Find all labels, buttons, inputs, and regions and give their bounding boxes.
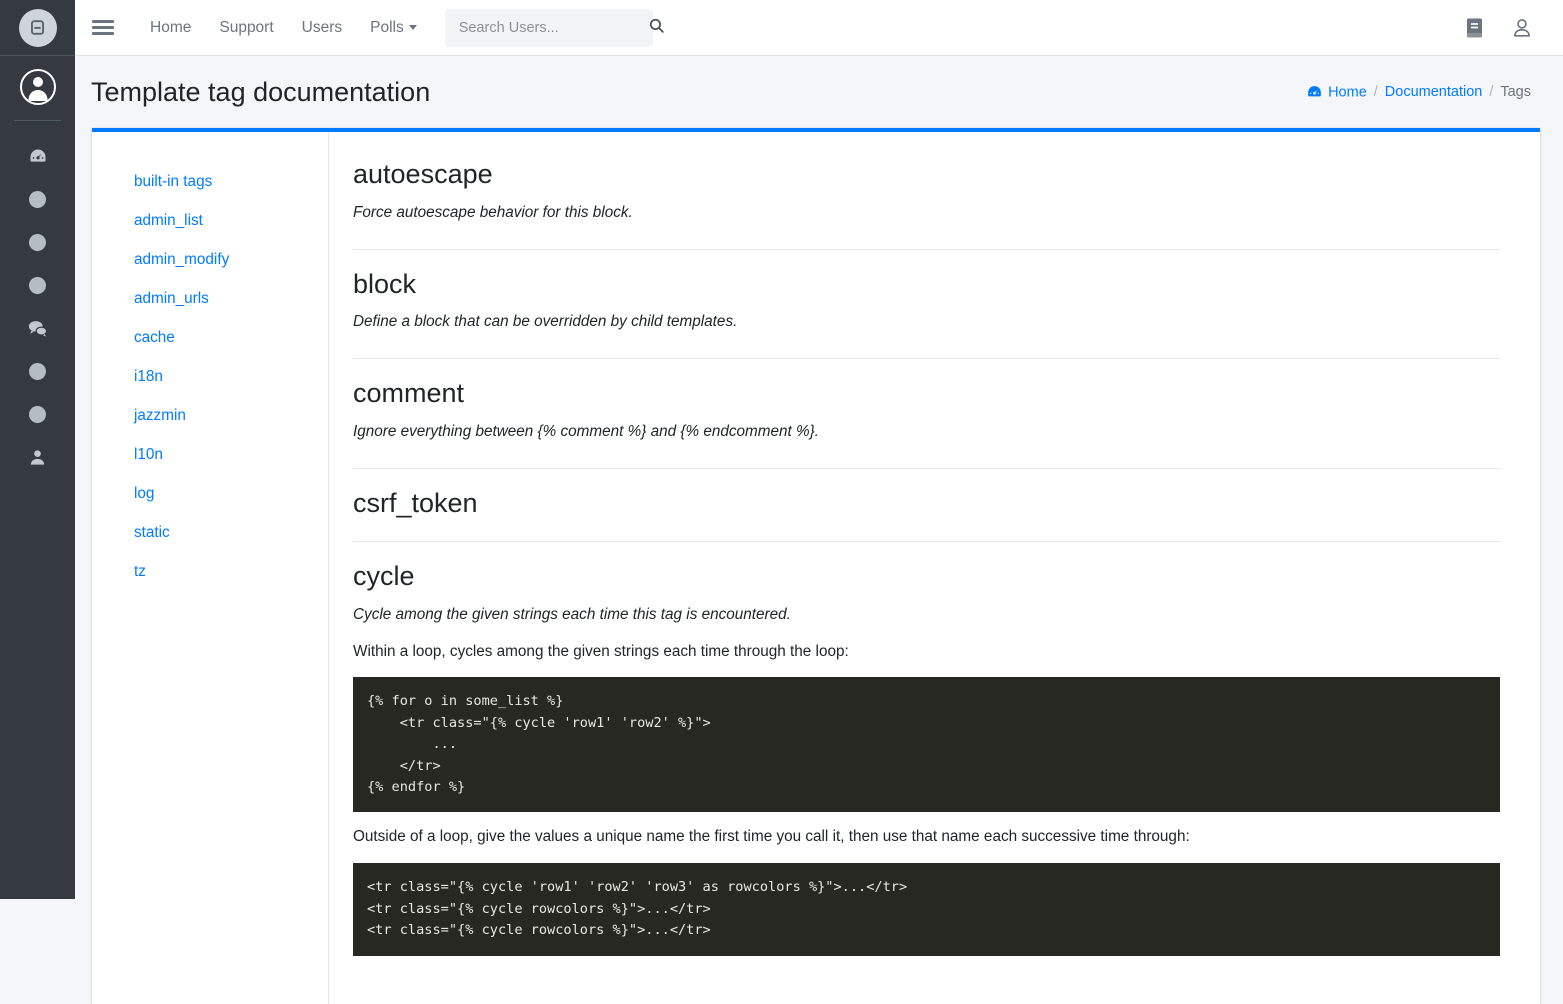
avatar-head [33, 77, 43, 87]
code-block: {% for o in some_list %} <tr class="{% c… [353, 677, 1500, 812]
hamburger-bar [92, 20, 114, 23]
nav-link-polls-label: Polls [370, 19, 404, 36]
tag-nav-item-jazzmin[interactable]: jazzmin [92, 396, 328, 435]
top-navbar: Home Support Users Polls [75, 0, 1563, 56]
tag-nav-item-i18n[interactable]: i18n [92, 357, 328, 396]
doc-description: Ignore everything between {% comment %} … [353, 421, 1500, 444]
tag-nav-item-admin_list[interactable]: admin_list [92, 201, 328, 240]
hamburger-bar [92, 32, 114, 35]
documentation-body: autoescape Force autoescape behavior for… [329, 132, 1540, 1004]
sidebar-divider [14, 120, 61, 121]
doc-paragraph: Outside of a loop, give the values a uni… [353, 826, 1500, 849]
breadcrumb-item-home[interactable]: Home [1306, 84, 1367, 101]
doc-paragraph: Within a loop, cycles among the given st… [353, 641, 1500, 664]
tag-nav-item-tz[interactable]: tz [92, 552, 328, 591]
doc-heading: cycle [353, 560, 1500, 594]
search-box[interactable] [445, 9, 653, 47]
circle-icon [29, 234, 46, 251]
tag-nav-item-static[interactable]: static [92, 513, 328, 552]
sidebar-item-4[interactable] [0, 264, 75, 307]
tag-nav-item-l10n[interactable]: l10n [92, 435, 328, 474]
tag-nav-list: built-in tags admin_list admin_modify ad… [92, 132, 329, 1004]
tag-nav-item-cache[interactable]: cache [92, 318, 328, 357]
doc-description: Force autoescape behavior for this block… [353, 202, 1500, 225]
page-title: Template tag documentation [91, 77, 430, 108]
search-input[interactable] [457, 19, 648, 37]
doc-description: Define a block that can be overridden by… [353, 311, 1500, 334]
circle-icon [29, 277, 46, 294]
sidebar-item-6[interactable] [0, 350, 75, 393]
avatar-body [28, 90, 47, 101]
sidebar-user-avatar[interactable] [0, 56, 75, 118]
hamburger-bar [92, 26, 114, 29]
dashboard-speedometer-icon [28, 147, 48, 167]
doc-section-block: block Define a block that can be overrid… [353, 268, 1500, 360]
nav-link-home[interactable]: Home [136, 11, 205, 45]
sidebar-item-7[interactable] [0, 393, 75, 436]
doc-section-csrf_token: csrf_token [353, 487, 1500, 542]
brand-logo[interactable] [0, 0, 75, 56]
sidebar-item-dashboard[interactable] [0, 135, 75, 178]
doc-heading: comment [353, 377, 1500, 411]
breadcrumb-separator: / [1489, 84, 1493, 100]
comments-chat-icon [27, 319, 48, 338]
documentation-card: built-in tags admin_list admin_modify ad… [92, 128, 1540, 1004]
chevron-down-icon [409, 25, 417, 30]
tag-nav-item-admin_urls[interactable]: admin_urls [92, 279, 328, 318]
circle-icon [29, 406, 46, 423]
circle-icon [29, 363, 46, 380]
nav-link-support[interactable]: Support [205, 11, 287, 45]
circle-icon [29, 191, 46, 208]
left-sidebar [0, 0, 75, 899]
doc-section-comment: comment Ignore everything between {% com… [353, 377, 1500, 469]
hamburger-menu-icon[interactable] [92, 17, 114, 38]
breadcrumb-home-label: Home [1328, 84, 1367, 100]
tag-nav-item-admin_modify[interactable]: admin_modify [92, 240, 328, 279]
nav-link-users[interactable]: Users [288, 11, 356, 45]
user-icon [28, 448, 47, 467]
sidebar-item-2[interactable] [0, 178, 75, 221]
navbar-right-icons [1465, 17, 1563, 39]
breadcrumb-item-documentation[interactable]: Documentation [1385, 84, 1483, 100]
content-header: Template tag documentation Home / Docume… [75, 56, 1563, 128]
search-icon[interactable] [648, 17, 665, 39]
doc-section-cycle: cycle Cycle among the given strings each… [353, 560, 1500, 978]
nav-link-polls[interactable]: Polls [356, 11, 431, 45]
code-block: <tr class="{% cycle 'row1' 'row2' 'row3'… [353, 863, 1500, 955]
user-circle-icon [20, 69, 56, 105]
app-logo-icon [19, 9, 57, 47]
breadcrumb-separator: / [1374, 84, 1378, 100]
sidebar-item-3[interactable] [0, 221, 75, 264]
tag-nav-item-log[interactable]: log [92, 474, 328, 513]
book-documentation-icon[interactable] [1465, 17, 1485, 39]
breadcrumb: Home / Documentation / Tags [1306, 84, 1531, 101]
doc-heading: autoescape [353, 158, 1500, 192]
sidebar-item-comments[interactable] [0, 307, 75, 350]
doc-section-autoescape: autoescape Force autoescape behavior for… [353, 158, 1500, 250]
user-account-icon[interactable] [1511, 17, 1533, 39]
sidebar-item-user[interactable] [0, 436, 75, 479]
app-logo-glyph [28, 18, 47, 37]
breadcrumb-item-tags: Tags [1500, 84, 1531, 100]
doc-description: Cycle among the given strings each time … [353, 604, 1500, 627]
tag-nav-item-built-in-tags[interactable]: built-in tags [92, 162, 328, 201]
doc-heading: csrf_token [353, 487, 1500, 521]
doc-heading: block [353, 268, 1500, 302]
dashboard-speedometer-icon [1306, 84, 1323, 101]
